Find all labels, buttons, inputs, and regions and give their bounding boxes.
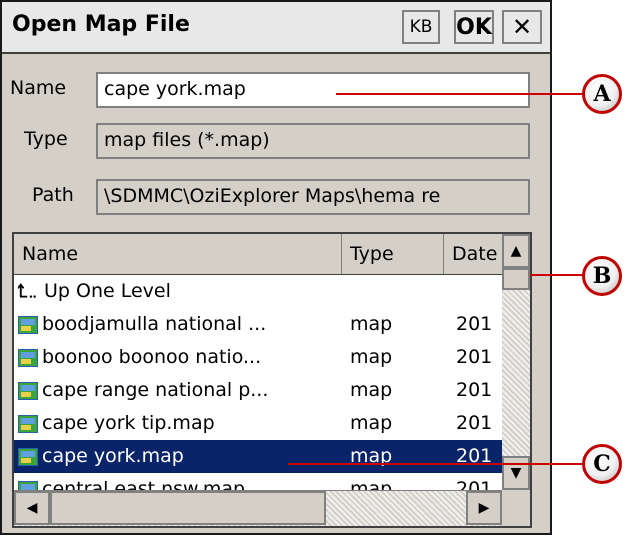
list-item-type: map [350,346,393,368]
list-item-name: boodjamulla national ... [42,313,267,335]
map-file-icon [18,308,42,341]
list-item-date: 201 [456,412,493,434]
scroll-left-arrow-icon[interactable]: ◀ [14,491,50,525]
callout-line-b [530,274,584,276]
list-item-type: map [350,379,393,401]
list-item-type: map [350,445,393,467]
list-item[interactable]: boodjamulla national ... map 201 [14,308,502,341]
column-header-name[interactable]: Name [14,234,342,274]
file-list[interactable]: Name Type Date Up One Level boodjamulla … [12,232,532,528]
dialog-title: Open Map File [12,12,190,37]
list-item-name: cape york tip.map [42,412,215,434]
name-input[interactable]: cape york.map [96,72,530,108]
type-select[interactable]: map files (*.map) [96,123,530,159]
list-item-date: 201 [456,346,493,368]
callout-line-a [336,93,584,95]
list-item-up-one-level[interactable]: Up One Level [14,275,502,308]
close-button[interactable]: ✕ [502,10,542,44]
column-header-date[interactable]: Date [444,234,502,274]
list-item-name: Up One Level [44,280,171,302]
vertical-scrollbar[interactable]: ▲ ▼ [502,234,530,490]
list-item-name: cape range national p... [42,379,269,401]
open-map-file-dialog: Open Map File KB OK ✕ Name cape york.map… [0,0,552,535]
scroll-up-arrow-icon[interactable]: ▲ [502,234,530,268]
list-header: Name Type Date [14,234,502,275]
list-item-date: 201 [456,445,493,467]
map-file-icon [18,341,42,374]
list-item-name: boonoo boonoo natio... [42,346,262,368]
keyboard-button[interactable]: KB [402,10,440,44]
name-label: Name [10,77,67,99]
map-file-icon [18,407,42,440]
callout-c: C [582,444,622,484]
callout-line-c [288,463,584,465]
horizontal-scrollbar[interactable]: ◀ ▶ [14,490,502,526]
scroll-down-arrow-icon[interactable]: ▼ [502,456,530,490]
column-header-type[interactable]: Type [342,234,444,274]
title-bar: Open Map File KB OK ✕ [2,2,550,54]
path-label: Path [32,184,74,206]
map-file-icon [18,374,42,407]
list-item-name: cape york.map [42,445,184,467]
up-level-icon [18,275,42,308]
list-item-type: map [350,412,393,434]
list-item[interactable]: boonoo boonoo natio... map 201 [14,341,502,374]
scrollbar-corner [502,490,530,526]
ok-button[interactable]: OK [454,10,494,44]
path-field: \SDMMC\OziExplorer Maps\hema re [96,179,530,215]
list-item-date: 201 [456,379,493,401]
horizontal-scroll-thumb[interactable] [50,491,326,525]
callout-b: B [582,256,622,296]
list-item-selected[interactable]: cape york.map map 201 [14,440,502,473]
list-item-type: map [350,313,393,335]
list-item-date: 201 [456,313,493,335]
list-item[interactable]: cape range national p... map 201 [14,374,502,407]
map-file-icon [18,440,42,473]
callout-a: A [582,74,622,114]
type-label: Type [24,128,68,150]
vertical-scroll-thumb[interactable] [502,268,530,290]
list-item[interactable]: cape york tip.map map 201 [14,407,502,440]
scroll-right-arrow-icon[interactable]: ▶ [466,491,502,525]
